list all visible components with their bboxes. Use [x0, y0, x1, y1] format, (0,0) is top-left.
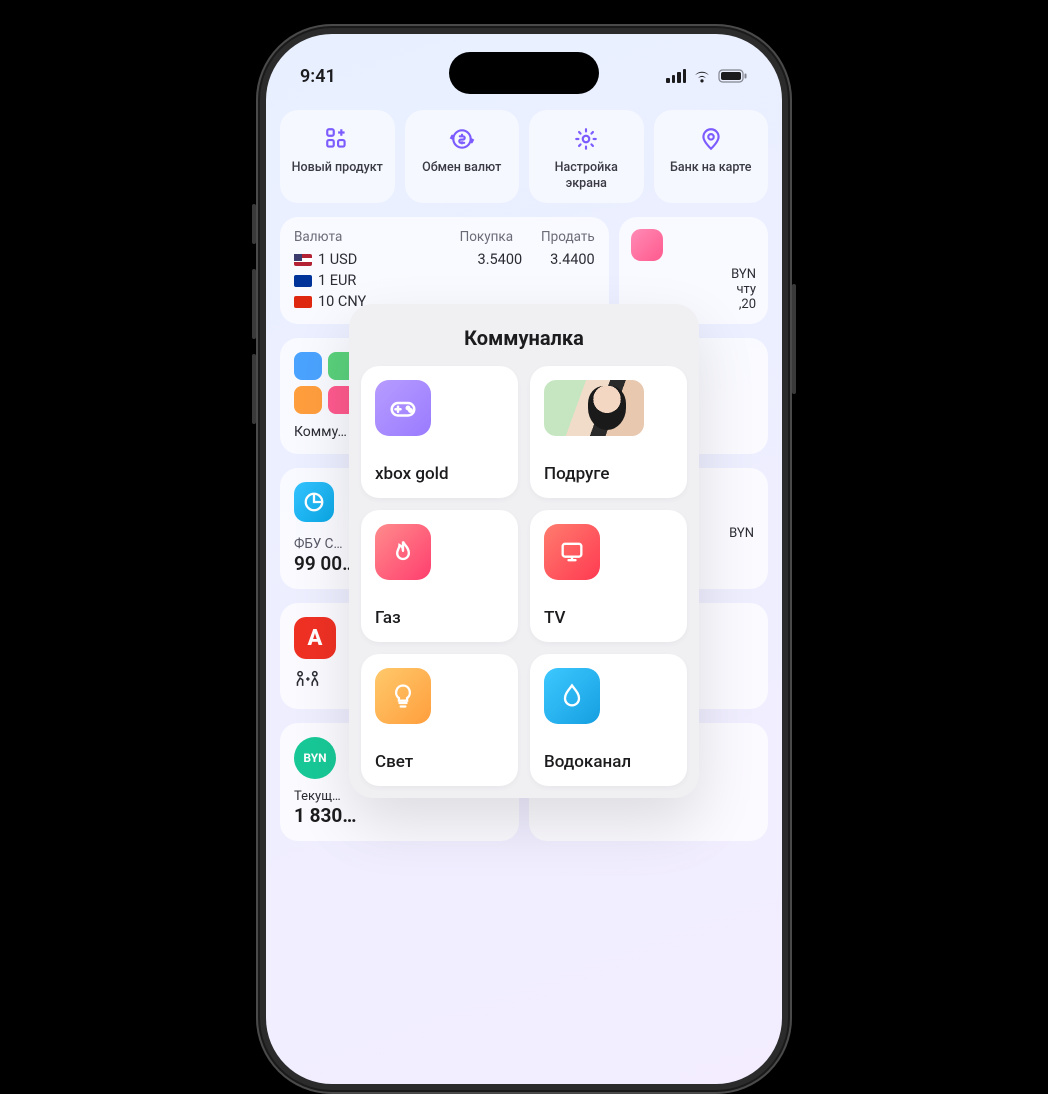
rates-col-buy: Покупка [460, 229, 513, 245]
tv-icon [544, 524, 600, 580]
tile-label: Газ [375, 608, 504, 628]
action-label: Обмен валют [413, 160, 512, 176]
flag-eu-icon [294, 275, 312, 287]
dynamic-island [449, 52, 599, 94]
account-value: 1 830… [294, 804, 505, 827]
tile-label: xbox gold [375, 464, 504, 484]
rates-col-sell: Продать [541, 229, 595, 245]
tile-label: Подруге [544, 464, 673, 484]
silence-switch [252, 204, 256, 244]
cellular-signal-icon [666, 69, 686, 83]
water-drop-icon [544, 668, 600, 724]
byn-badge-icon: BYN [294, 737, 336, 779]
tile-label: TV [544, 608, 673, 628]
rate-buy: 3.5400 [478, 251, 523, 268]
modal-title: Коммуналка [361, 326, 687, 350]
add-product-icon [288, 126, 387, 152]
battery-icon [718, 69, 748, 83]
lightbulb-icon [375, 668, 431, 724]
rate-currency: 1 EUR [318, 272, 356, 289]
action-exchange[interactable]: Обмен валют [405, 110, 520, 203]
rates-col-currency: Валюта [294, 229, 432, 245]
tile-gas[interactable]: Газ [361, 510, 518, 642]
action-settings[interactable]: Настройка экрана [529, 110, 644, 203]
alfa-logo-icon: A [294, 617, 336, 659]
tile-tv[interactable]: TV [530, 510, 687, 642]
action-new-product[interactable]: Новый продукт [280, 110, 395, 203]
map-pin-icon [662, 126, 761, 152]
byn-label: BYN [631, 267, 756, 282]
tile-label: Водоканал [544, 752, 673, 772]
gear-icon [537, 126, 636, 152]
action-bank-map[interactable]: Банк на карте [654, 110, 769, 203]
phone-frame: 9:41 Новый продукт [256, 24, 792, 1094]
flag-us-icon [294, 254, 312, 266]
power-button [792, 284, 796, 394]
tile-water[interactable]: Водоканал [530, 654, 687, 786]
utilities-modal: Коммуналка xbox gold Подруге Газ [349, 304, 699, 798]
byn-sub: чту [631, 282, 756, 297]
volume-down-button [252, 354, 256, 424]
small-byn: BYN [729, 526, 754, 541]
action-label: Банк на карте [662, 160, 761, 176]
screen: 9:41 Новый продукт [266, 34, 782, 1084]
tile-xbox-gold[interactable]: xbox gold [361, 366, 518, 498]
rate-currency: 1 USD [318, 251, 357, 268]
action-label: Новый продукт [288, 160, 387, 176]
tile-label: Свет [375, 752, 504, 772]
flag-cn-icon [294, 296, 312, 308]
rate-sell: 3.4400 [550, 251, 595, 268]
flame-icon [375, 524, 431, 580]
piggy-bank-icon [631, 229, 663, 261]
action-label: Настройка экрана [537, 160, 636, 191]
tile-light[interactable]: Свет [361, 654, 518, 786]
tile-friend[interactable]: Подруге [530, 366, 687, 498]
contact-photo [544, 380, 644, 436]
status-time: 9:41 [300, 66, 336, 87]
volume-up-button [252, 269, 256, 339]
wifi-icon [692, 69, 712, 84]
pie-chart-icon [294, 482, 334, 522]
quick-actions-row: Новый продукт Обмен валют Настройка экра… [280, 110, 768, 203]
gamepad-icon [375, 380, 431, 436]
exchange-icon [413, 126, 512, 152]
